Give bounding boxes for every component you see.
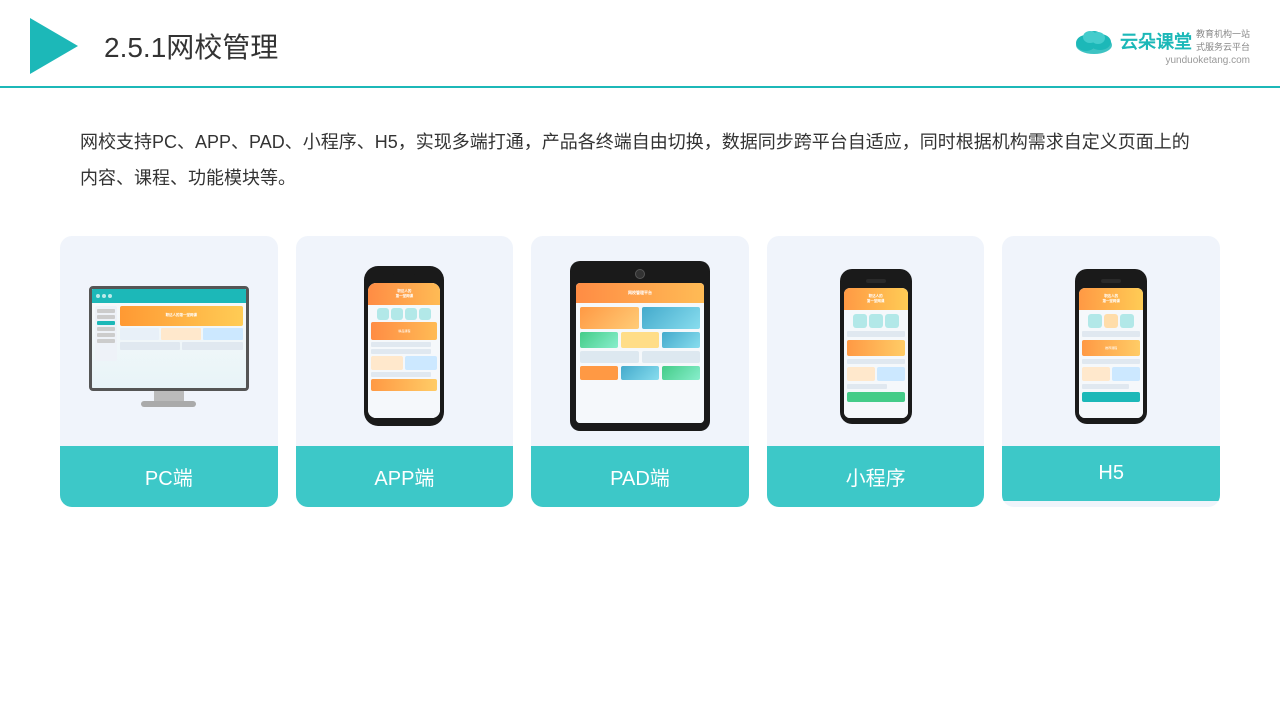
- page-title: 2.5.1网校管理: [104, 26, 278, 66]
- miniprogram-phone-mockup: 职达人的第一堂网课: [840, 269, 912, 424]
- brand-row: 云朵课堂 教育机构一站 式服务云平台: [1072, 27, 1250, 55]
- card-miniprogram-image: 职达人的第一堂网课: [767, 236, 985, 446]
- card-pc: 职达人的第一堂网课: [60, 236, 278, 507]
- h5-phone-mockup: 职达人的第一堂网课 推荐课程: [1075, 269, 1147, 424]
- pad-tablet-mockup: 网校管理平台: [570, 261, 710, 431]
- card-app-image: 职达人的第一堂网课 精品课程: [296, 236, 514, 446]
- cloud-icon: [1072, 27, 1116, 55]
- brand-name: 云朵课堂: [1120, 28, 1192, 54]
- brand-tagline: 教育机构一站 式服务云平台: [1196, 28, 1250, 53]
- card-pc-image: 职达人的第一堂网课: [60, 236, 278, 446]
- brand-area: 云朵课堂 教育机构一站 式服务云平台 yunduoketang.com: [1072, 27, 1250, 66]
- pc-mockup: 职达人的第一堂网课: [89, 286, 249, 407]
- brand-url: yunduoketang.com: [1165, 55, 1250, 66]
- card-h5: 职达人的第一堂网课 推荐课程: [1002, 236, 1220, 507]
- app-phone-mockup: 职达人的第一堂网课 精品课程: [364, 266, 444, 426]
- cards-container: 职达人的第一堂网课: [0, 216, 1280, 537]
- card-app-label: APP端: [296, 446, 514, 507]
- card-pad: 网校管理平台: [531, 236, 749, 507]
- card-h5-label: H5: [1002, 446, 1220, 501]
- page-header: 2.5.1网校管理 云朵课堂 教育机构一站 式服务云平台 yunduoketan…: [0, 0, 1280, 88]
- card-pad-label: PAD端: [531, 446, 749, 507]
- card-pc-label: PC端: [60, 446, 278, 507]
- logo-triangle-icon: [30, 18, 78, 74]
- description-text: 网校支持PC、APP、PAD、小程序、H5，实现多端打通，产品各终端自由切换，数…: [0, 88, 1280, 216]
- card-pad-image: 网校管理平台: [531, 236, 749, 446]
- header-left: 2.5.1网校管理: [30, 18, 278, 74]
- card-app: 职达人的第一堂网课 精品课程: [296, 236, 514, 507]
- card-h5-image: 职达人的第一堂网课 推荐课程: [1002, 236, 1220, 446]
- pc-screen: 职达人的第一堂网课: [89, 286, 249, 391]
- card-miniprogram-label: 小程序: [767, 446, 985, 507]
- card-miniprogram: 职达人的第一堂网课: [767, 236, 985, 507]
